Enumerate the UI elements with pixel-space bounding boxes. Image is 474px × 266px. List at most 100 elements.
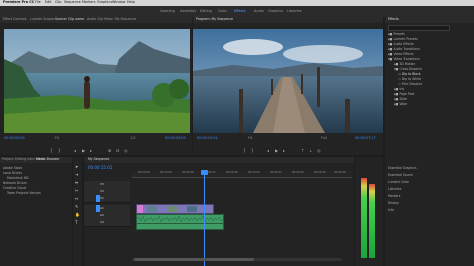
panel-link[interactable]: Markers bbox=[388, 194, 400, 200]
workspace-audio[interactable]: Audio bbox=[254, 9, 264, 13]
play-icon[interactable]: ▶ bbox=[275, 149, 278, 153]
app-name[interactable]: Premiere Pro CC bbox=[3, 0, 34, 4]
project-panel-tabs: Project: Editing intro video Media Brows… bbox=[0, 157, 72, 163]
step-forward-icon[interactable]: ▸ bbox=[90, 149, 92, 153]
program-monitor-tabs: Program: My Sequence bbox=[193, 17, 383, 23]
menu-clip[interactable]: Clip bbox=[55, 0, 61, 4]
playhead-handle[interactable] bbox=[201, 170, 208, 175]
pen-tool-icon[interactable]: ✎ bbox=[75, 205, 78, 209]
workspace-effects[interactable]: Effects bbox=[234, 9, 246, 13]
track-select-icon[interactable]: ⇥ bbox=[75, 173, 78, 177]
panel-link[interactable]: Libraries bbox=[388, 187, 401, 193]
type-tool-icon[interactable]: T bbox=[75, 221, 77, 225]
effects-panel-tabs: Effects bbox=[385, 17, 474, 23]
export-frame-icon[interactable]: ◎ bbox=[317, 149, 321, 153]
hand-tool-icon[interactable]: ✋ bbox=[75, 213, 80, 217]
timeline-scrollbar-thumb[interactable] bbox=[134, 258, 254, 261]
overwrite-icon[interactable]: ⊟ bbox=[116, 149, 119, 153]
clip-thumbnail bbox=[167, 206, 177, 212]
workspace-learning[interactable]: Learning bbox=[160, 9, 175, 13]
clip-thumbnail bbox=[147, 206, 157, 212]
ruler-label: 00:00:24 bbox=[270, 171, 282, 174]
menu-window[interactable]: Window bbox=[112, 0, 125, 4]
menu-edit[interactable]: Edit bbox=[45, 0, 52, 4]
clip-thumbnail bbox=[137, 205, 143, 213]
audio-meters-panel bbox=[355, 157, 383, 266]
panel-link[interactable]: History bbox=[388, 201, 399, 207]
track-header-a3[interactable]: A3 bbox=[84, 219, 130, 227]
tab-effect-controls[interactable]: Effect Controls bbox=[3, 17, 26, 21]
tab-sequence[interactable]: My Sequence bbox=[88, 157, 109, 161]
program-resolution-select[interactable]: Full bbox=[321, 136, 327, 141]
mark-in-icon[interactable]: { bbox=[50, 149, 53, 153]
browser-item[interactable]: Team Projects Version bbox=[7, 191, 41, 197]
selection-tool-icon[interactable]: ➤ bbox=[75, 165, 78, 169]
tab-source[interactable]: Source: Clip name bbox=[55, 17, 84, 21]
source-timecode-out: 00:00:03:05 bbox=[165, 136, 186, 140]
effects-item[interactable]: ▸■ Wipe bbox=[394, 102, 407, 108]
tab-program[interactable]: Program: My Sequence bbox=[196, 17, 233, 21]
tab-lumetri-scopes[interactable]: Lumetri Scopes bbox=[30, 17, 55, 21]
program-monitor-panel: Program: My Sequence 00:00:15:01 Fit Ful… bbox=[193, 17, 383, 155]
playhead[interactable] bbox=[204, 171, 205, 266]
track-header-v1[interactable]: V1 bbox=[84, 195, 130, 203]
audio-clip[interactable] bbox=[136, 223, 224, 230]
extract-icon[interactable]: ⇣ bbox=[309, 149, 312, 153]
clip-thumbnail bbox=[187, 206, 197, 212]
menu-sequence[interactable]: Sequence bbox=[64, 0, 81, 4]
ruler-label: 00:00:32 bbox=[314, 171, 326, 174]
mark-out-icon[interactable]: } bbox=[58, 149, 61, 153]
step-back-icon[interactable]: ◂ bbox=[267, 149, 269, 153]
source-timecode-in[interactable]: 00:00:00:00 bbox=[4, 136, 25, 140]
source-fit-select[interactable]: Fit bbox=[55, 136, 59, 141]
tools-panel: ➤ ⇥ ⇹ ✂ ↔ ✎ ✋ T bbox=[73, 157, 82, 266]
tab-media-browser[interactable]: Media Browser bbox=[36, 157, 60, 161]
play-icon[interactable]: ▶ bbox=[82, 149, 85, 153]
source-video-frame[interactable] bbox=[4, 29, 190, 133]
source-monitor-tabs: Effect Controls Lumetri Scopes Source: C… bbox=[0, 17, 192, 23]
program-video-frame[interactable] bbox=[193, 29, 383, 133]
workspace-color[interactable]: Color bbox=[218, 9, 227, 13]
effects-search-input[interactable] bbox=[388, 25, 450, 31]
lift-icon[interactable]: ⇡ bbox=[301, 149, 304, 153]
source-patch-v1[interactable] bbox=[96, 195, 100, 202]
panel-link[interactable]: Essential Sound bbox=[388, 173, 413, 179]
menu-help[interactable]: Help bbox=[127, 0, 135, 4]
timeline-timecode[interactable]: 00:00:15:01 bbox=[88, 166, 112, 170]
panel-link[interactable]: Essential Graphics bbox=[388, 166, 417, 172]
mark-out-icon[interactable]: } bbox=[251, 149, 254, 153]
tab-effects[interactable]: Effects bbox=[388, 17, 399, 21]
export-frame-icon[interactable]: ◎ bbox=[124, 149, 128, 153]
razor-tool-icon[interactable]: ✂ bbox=[75, 189, 78, 193]
insert-icon[interactable]: ⊞ bbox=[108, 149, 111, 153]
mark-in-icon[interactable]: { bbox=[243, 149, 246, 153]
source-resolution-select[interactable]: 1/2 bbox=[130, 136, 136, 141]
panel-link[interactable]: Lumetri Color bbox=[388, 180, 409, 186]
workspace-libraries[interactable]: Libraries bbox=[287, 9, 302, 13]
workspace-editing[interactable]: Editing bbox=[200, 9, 212, 13]
tab-audio-clip-mixer[interactable]: Audio Clip Mixer: My Sequence bbox=[87, 17, 136, 21]
workspace-graphics[interactable]: Graphics bbox=[268, 9, 283, 13]
step-forward-icon[interactable]: ▸ bbox=[283, 149, 285, 153]
effects-lower-list: Essential Graphics Essential Sound Lumet… bbox=[388, 166, 472, 217]
menu-file[interactable]: File bbox=[35, 0, 41, 4]
ruler-label: 00:00:16 bbox=[226, 171, 238, 174]
menu-graphics[interactable]: Graphics bbox=[97, 0, 112, 4]
timeline-ruler[interactable]: 00:00:00 00:00:04 00:00:08 00:00:12 00:0… bbox=[132, 171, 352, 178]
step-back-icon[interactable]: ◂ bbox=[74, 149, 76, 153]
ruler-label: 00:00:04 bbox=[160, 171, 172, 174]
program-timecode-in[interactable]: 00:00:15:01 bbox=[197, 136, 218, 140]
panel-link[interactable]: Info bbox=[388, 208, 394, 214]
audio-waveform bbox=[137, 215, 223, 223]
video-clip[interactable] bbox=[136, 204, 214, 214]
workspace-assembly[interactable]: Assembly bbox=[180, 9, 196, 13]
source-monitor-panel: Effect Controls Lumetri Scopes Source: C… bbox=[0, 17, 192, 155]
source-transport-controls: { } ◂ ▶ ▸ ⊞ ⊟ ◎ bbox=[50, 147, 150, 153]
source-patch-a1[interactable] bbox=[96, 205, 100, 212]
menu-markers[interactable]: Markers bbox=[82, 0, 96, 4]
ripple-edit-icon[interactable]: ⇹ bbox=[75, 181, 78, 185]
ruler-label: 00:00:20 bbox=[248, 171, 260, 174]
slip-tool-icon[interactable]: ↔ bbox=[75, 197, 78, 201]
program-fit-select[interactable]: Fit bbox=[248, 136, 252, 141]
timeline-tabs: My Sequence bbox=[84, 157, 354, 163]
